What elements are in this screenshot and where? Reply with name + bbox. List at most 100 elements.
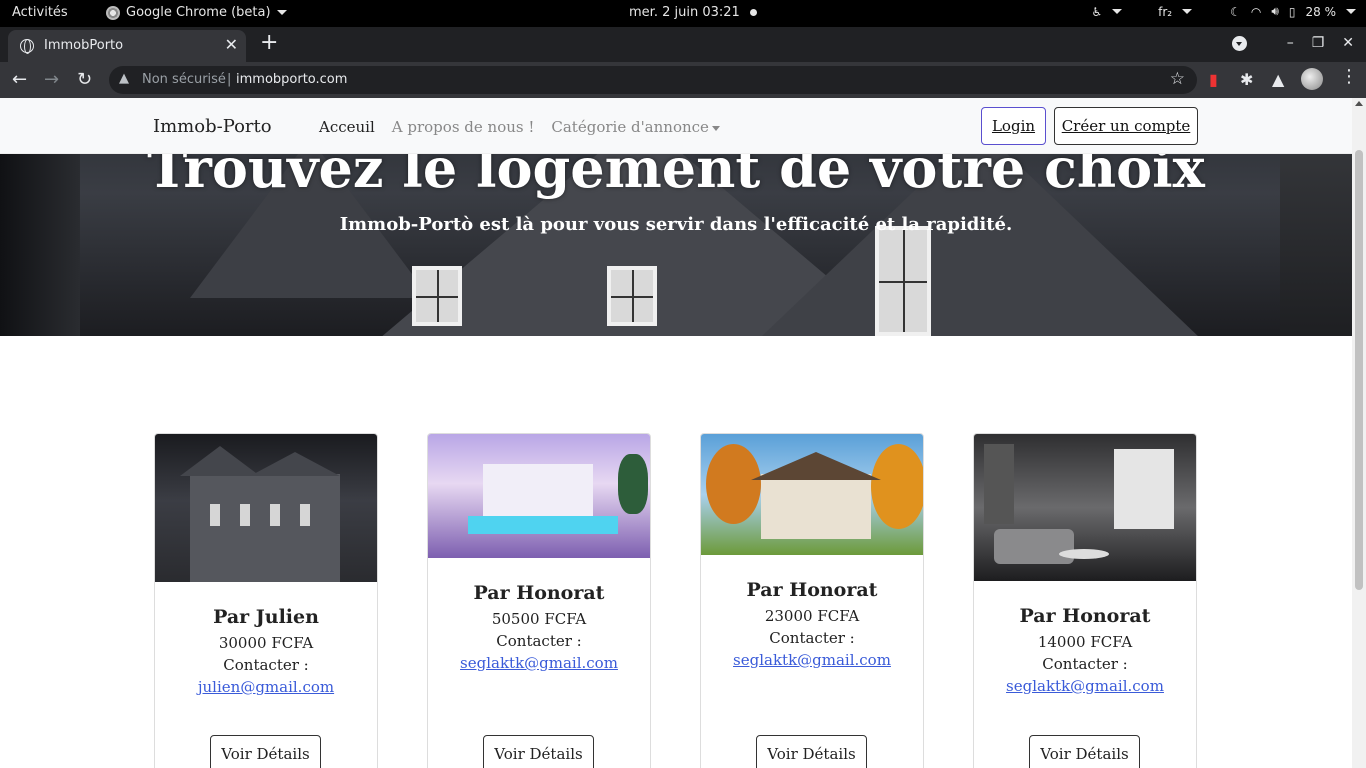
view-details-button[interactable]: Voir Détails [1029,735,1140,768]
listing-card: Par Honorat 50500 FCFA Contacter : segla… [427,433,651,768]
close-tab-icon[interactable]: ✕ [225,35,238,54]
sofa [994,529,1074,564]
nav-home[interactable]: Acceuil [319,118,375,136]
app-name: Google Chrome (beta) [126,5,271,20]
tab-search-icon[interactable] [1231,35,1247,51]
profile-avatar[interactable] [1301,68,1323,90]
minimize-icon[interactable]: – [1287,35,1294,51]
hero-subtitle: Immob-Portò est là pour vous servir dans… [339,214,1013,235]
app-menu[interactable]: Google Chrome (beta) [106,5,287,20]
castle-building [180,446,340,582]
chevron-down-icon [1346,9,1356,14]
castle-window [270,504,280,526]
system-tray[interactable]: ♿ fr₂ ☾ ◠ 🔊︎ ▯ 28 % [1091,4,1356,19]
close-window-icon[interactable]: ✕ [1342,35,1354,51]
listing-price: 50500 FCFA [491,610,587,628]
castle-window [210,504,220,526]
pool [468,516,618,534]
listing-price: 30000 FCFA [218,634,314,652]
hero-window [607,266,657,326]
forward-icon[interactable]: → [44,69,59,90]
url-text[interactable]: immobporto.com [236,72,347,87]
signup-button[interactable]: Créer un compte [1054,107,1198,145]
separator: | [227,72,232,87]
accessibility-icon[interactable]: ♿ [1091,5,1102,19]
login-button[interactable]: Login [981,107,1046,145]
kebab-menu-icon[interactable]: ⋮ [1340,66,1358,87]
hero-window [875,226,931,336]
wifi-icon: ◠ [1250,4,1262,19]
listing-image[interactable] [428,434,650,558]
nav-category-dropdown[interactable]: Catégorie d'annonce [551,118,720,136]
tab-strip: ImmobPorto ✕ + – ❐ ✕ [0,27,1366,62]
volume-icon: 🔊︎ [1271,4,1279,18]
listing-price: 23000 FCFA [764,607,860,625]
clock[interactable]: mer. 2 juin 03:21 [629,5,757,20]
chevron-down-icon [1182,9,1193,14]
view-details-button[interactable]: Voir Détails [210,735,321,768]
chevron-down-icon [276,10,287,15]
extension-icon[interactable]: ▮ [1209,70,1218,89]
page-scrollbar[interactable] [1352,98,1366,768]
labs-flask-icon[interactable]: ▲ [1272,70,1284,89]
listing-image[interactable] [155,434,377,582]
tab-title: ImmobPorto [44,38,124,53]
listing-card: Par Honorat 23000 FCFA Contacter : segla… [700,433,924,768]
address-bar[interactable]: ▲ Non sécurisé | immobporto.com ☆ [109,66,1197,94]
card-body: Par Julien 30000 FCFA Contacter : julien… [155,606,377,696]
listing-email-link[interactable]: seglaktk@gmail.com [701,651,923,669]
chrome-icon [106,5,120,20]
listing-owner: Par Honorat [746,579,878,601]
puzzle-icon[interactable]: ✱ [1240,70,1253,89]
bookmark-star-icon[interactable]: ☆ [1170,69,1185,89]
listing-image[interactable] [974,434,1196,581]
listing-email-link[interactable]: seglaktk@gmail.com [428,654,650,672]
contact-label: Contacter : [1042,655,1128,673]
site-navbar: Immob-Porto Acceuil A propos de nous ! C… [0,98,1352,154]
view-details-button[interactable]: Voir Détails [483,735,594,768]
nav-about[interactable]: A propos de nous ! [392,118,535,136]
globe-icon [20,39,34,54]
back-icon[interactable]: ← [12,69,27,90]
contact-label: Contacter : [496,632,582,650]
new-tab-button[interactable]: + [260,30,278,55]
hero-window [412,266,462,326]
warning-icon[interactable]: ▲ [119,71,129,86]
chevron-down-icon [711,125,720,131]
chalet-roof [751,452,881,480]
browser-tab[interactable]: ImmobPorto ✕ [8,30,246,62]
site-brand[interactable]: Immob-Porto [153,116,272,137]
scroll-thumb[interactable] [1355,150,1363,590]
page-viewport: Trouvez le logement de votre choix Immob… [0,98,1352,768]
listing-owner: Par Honorat [473,582,605,604]
contact-label: Contacter : [223,656,309,674]
keyboard-layout[interactable]: fr₂ [1158,5,1172,19]
maximize-icon[interactable]: ❐ [1312,35,1325,51]
listing-owner: Par Julien [213,606,319,628]
security-label[interactable]: Non sécurisé [142,72,226,87]
chalet-building [761,474,871,539]
shelf [984,444,1014,524]
listing-price: 14000 FCFA [1037,633,1133,651]
nav-category-label: Catégorie d'annonce [551,118,709,136]
room-window [1114,449,1174,529]
listing-image[interactable] [701,434,923,555]
battery-icon: ▯ [1288,4,1296,19]
view-details-button[interactable]: Voir Détails [756,735,867,768]
listing-card: Par Honorat 14000 FCFA Contacter : segla… [973,433,1197,768]
listing-email-link[interactable]: julien@gmail.com [155,678,377,696]
scroll-up-icon[interactable] [1355,101,1363,106]
tree [618,454,648,514]
clock-text: mer. 2 juin 03:21 [629,5,740,20]
listing-email-link[interactable]: seglaktk@gmail.com [974,677,1196,695]
chevron-down-icon [1112,9,1123,14]
activities-button[interactable]: Activités [12,5,68,20]
listing-owner: Par Honorat [1019,605,1151,627]
contact-label: Contacter : [769,629,855,647]
reload-icon[interactable]: ↻ [77,69,92,90]
card-body: Par Honorat 14000 FCFA Contacter : segla… [974,605,1196,695]
listing-card: Par Julien 30000 FCFA Contacter : julien… [154,433,378,768]
nav-links: Acceuil A propos de nous ! Catégorie d'a… [319,118,720,136]
window-controls: – ❐ ✕ [1231,35,1354,51]
browser-toolbar: ← → ↻ ▲ Non sécurisé | immobporto.com ☆ … [0,62,1366,98]
